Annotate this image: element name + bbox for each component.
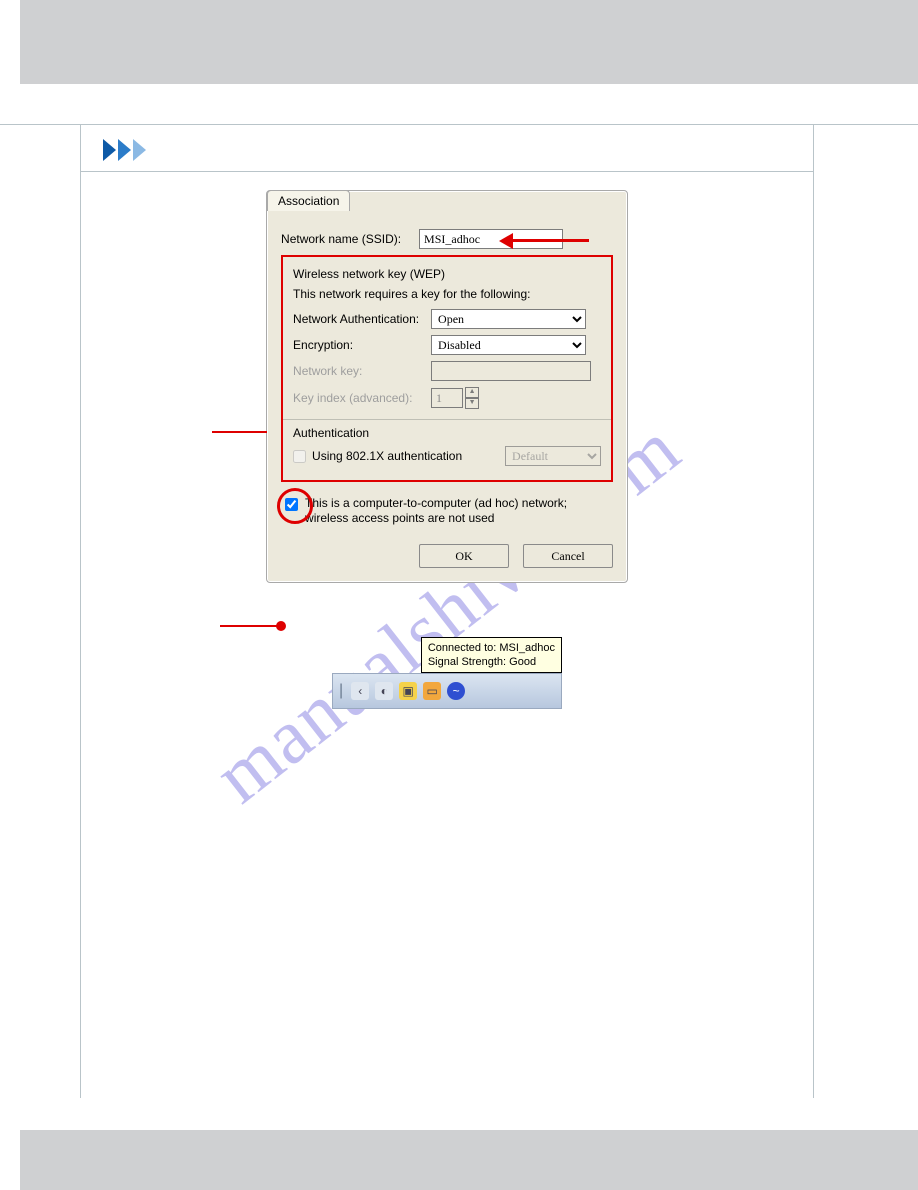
cancel-button[interactable]: Cancel — [523, 544, 613, 568]
tooltip-line-1: Connected to: MSI_adhoc — [428, 641, 555, 655]
8021x-select: Default — [505, 446, 601, 466]
encryption-label: Encryption: — [293, 338, 431, 352]
spinner-up-icon: ▲ — [465, 387, 479, 398]
page-header-bar — [20, 0, 918, 84]
tray-back-icon: ‹ — [351, 682, 369, 700]
spinner-down-icon: ▼ — [465, 398, 479, 409]
annotation-red-box: Wireless network key (WEP) This network … — [281, 255, 613, 482]
systray-screenshot: Connected to: MSI_adhoc Signal Strength:… — [332, 673, 562, 709]
key-index-spinner: ▲ ▼ — [431, 387, 479, 409]
main-content-column: manualshive.com Association Network name… — [81, 125, 814, 1098]
chevron-right-icon — [103, 139, 116, 161]
systray-bar: | ‹ ◐ ▣ ▭ ~ — [332, 673, 562, 709]
tray-leading-char: | — [339, 682, 343, 700]
network-key-label: Network key: — [293, 364, 431, 378]
chevron-right-icon — [133, 139, 146, 161]
dialog-tab-association[interactable]: Association — [267, 190, 350, 211]
tray-folder-icon: ▭ — [423, 682, 441, 700]
wep-description: This network requires a key for the foll… — [293, 287, 601, 301]
tray-shield-icon: ▣ — [399, 682, 417, 700]
chevron-right-icon — [118, 139, 131, 161]
key-index-input — [431, 388, 463, 408]
key-index-label: Key index (advanced): — [293, 391, 431, 405]
8021x-checkbox — [293, 450, 306, 463]
annotation-line-wep — [212, 431, 267, 433]
association-dialog: Association Network name (SSID): Wireles… — [266, 190, 628, 583]
network-key-input — [431, 361, 591, 381]
ok-button[interactable]: OK — [419, 544, 509, 568]
network-auth-select[interactable]: Open — [431, 309, 586, 329]
network-auth-label: Network Authentication: — [293, 312, 431, 326]
tooltip-line-2: Signal Strength: Good — [428, 655, 555, 669]
tray-globe-icon: ◐ — [375, 682, 393, 700]
annotation-arrow-ssid — [511, 239, 589, 242]
auth-group-title: Authentication — [293, 426, 601, 440]
connection-tooltip: Connected to: MSI_adhoc Signal Strength:… — [421, 637, 562, 673]
adhoc-label: This is a computer-to-computer (ad hoc) … — [305, 496, 613, 526]
wep-group-title: Wireless network key (WEP) — [293, 267, 601, 281]
encryption-select[interactable]: Disabled — [431, 335, 586, 355]
adhoc-row: This is a computer-to-computer (ad hoc) … — [285, 496, 613, 526]
8021x-label: Using 802.1X authentication — [312, 449, 505, 463]
annotation-line-adhoc — [220, 625, 282, 627]
page-footer-bar — [20, 1130, 918, 1190]
chevron-header — [81, 125, 813, 172]
ssid-label: Network name (SSID): — [281, 232, 419, 246]
tray-wireless-icon: ~ — [447, 682, 465, 700]
document-body-row: manualshive.com Association Network name… — [0, 124, 918, 1098]
adhoc-checkbox[interactable] — [285, 498, 298, 511]
